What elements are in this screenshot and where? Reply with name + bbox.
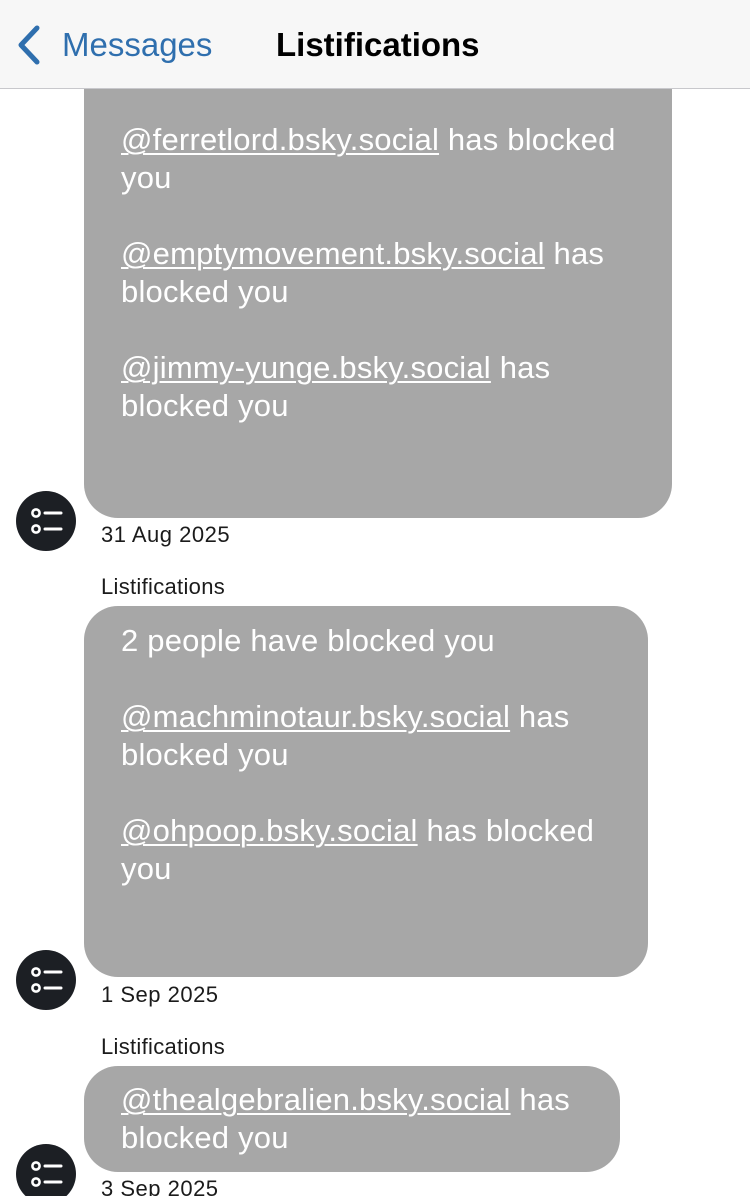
avatar[interactable]: [16, 1144, 76, 1196]
message-line: blocked you: [121, 1120, 289, 1155]
message-line: blocked you: [121, 388, 289, 423]
page-title: Listifications: [276, 26, 480, 63]
sender-name: Listifications: [101, 1034, 226, 1059]
back-label[interactable]: Messages: [62, 26, 212, 64]
back-button[interactable]: Messages: [16, 22, 212, 68]
chevron-left-icon: [18, 25, 40, 65]
user-handle-link[interactable]: @jimmy-yunge.bsky.social: [121, 350, 491, 385]
message-line: 2 people have blocked you: [121, 623, 495, 658]
message-line: @ohpoop.bsky.social has blocked: [121, 813, 595, 848]
message-line: you: [121, 851, 172, 886]
message-bubble: 2 people have blocked you @machminotaur.…: [84, 606, 648, 977]
message-line: @thealgebralien.bsky.social has: [121, 1082, 570, 1117]
message-line: blocked you: [121, 737, 289, 772]
user-handle-link[interactable]: @thealgebralien.bsky.social: [121, 1082, 511, 1117]
navigation-bar: Messages Listifications: [0, 0, 750, 89]
message-list[interactable]: @ferretlord.bsky.social has blocked you …: [0, 89, 750, 1196]
message-timestamp: 1 Sep 2025: [101, 982, 219, 1007]
message-line: you: [121, 160, 172, 195]
message-line: @emptymovement.bsky.social has: [121, 236, 605, 271]
message-timestamp: 3 Sep 2025: [101, 1176, 219, 1196]
user-handle-link[interactable]: @machminotaur.bsky.social: [121, 699, 510, 734]
sender-name: Listifications: [101, 574, 226, 599]
chat-screen: Messages Listifications @ferretlord.bsky…: [0, 0, 750, 1196]
message-line: @machminotaur.bsky.social has: [121, 699, 570, 734]
list-icon: [31, 967, 63, 993]
list-icon: [31, 508, 63, 534]
message-bubble: @thealgebralien.bsky.social has blocked …: [84, 1066, 620, 1172]
message-line: @jimmy-yunge.bsky.social has: [121, 350, 551, 385]
message-timestamp: 31 Aug 2025: [101, 522, 231, 547]
list-icon: [31, 1161, 63, 1187]
avatar[interactable]: [16, 950, 76, 1010]
message-bubble: @ferretlord.bsky.social has blocked you …: [84, 89, 672, 518]
user-handle-link[interactable]: @ferretlord.bsky.social: [121, 122, 439, 157]
user-handle-link[interactable]: @ohpoop.bsky.social: [121, 813, 418, 848]
avatar[interactable]: [16, 491, 76, 551]
message-line: blocked you: [121, 274, 289, 309]
user-handle-link[interactable]: @emptymovement.bsky.social: [121, 236, 545, 271]
message-line: @ferretlord.bsky.social has blocked: [121, 122, 616, 157]
